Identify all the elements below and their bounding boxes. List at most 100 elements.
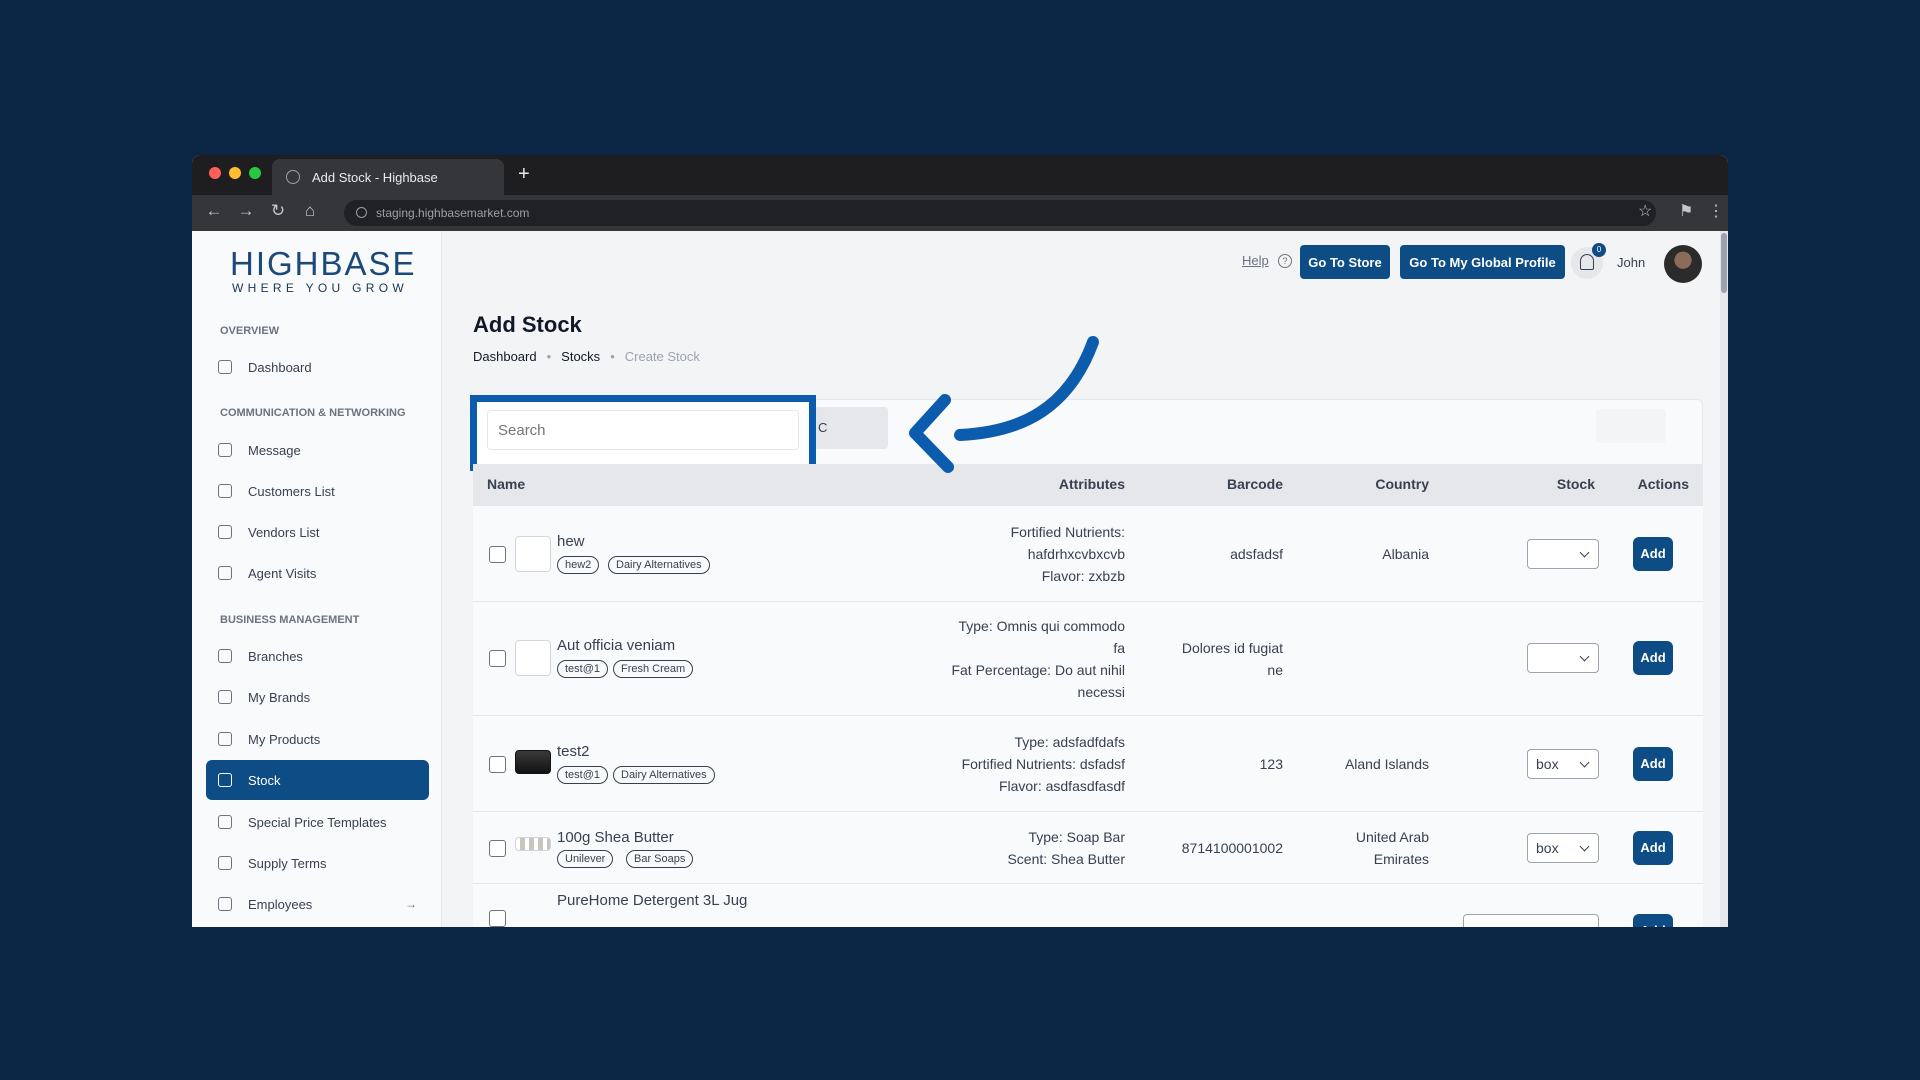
stock-unit-select[interactable] [1463, 914, 1599, 927]
sidebar-item-label: Employees [248, 896, 313, 912]
sidebar-item-my-products[interactable]: My Products [206, 719, 429, 759]
column-stock[interactable]: Stock [1557, 476, 1595, 492]
section-overview: OVERVIEW [220, 325, 280, 337]
sidebar-item-message[interactable]: Message [206, 430, 429, 470]
product-tag: test@1 [557, 766, 609, 784]
bookmark-star-icon[interactable]: ☆ [1638, 201, 1652, 221]
forward-icon[interactable]: → [234, 201, 258, 221]
search-input[interactable] [487, 410, 799, 450]
stock-unit-select[interactable] [1527, 539, 1599, 569]
row-checkbox[interactable] [489, 756, 506, 773]
attribute-line: Fortified Nutrients: dsfadsf [961, 756, 1125, 772]
user-name[interactable]: John [1617, 255, 1645, 270]
sidebar-item-label: Customers List [248, 483, 335, 499]
toolbar-placeholder [1596, 409, 1666, 443]
product-tag: Dairy Alternatives [608, 556, 710, 574]
product-country: Aland Islands [1345, 753, 1429, 775]
globe-icon [286, 170, 300, 184]
add-button[interactable]: Add [1633, 747, 1673, 781]
product-barcode: Dolores id fugiat ne [1182, 637, 1283, 681]
barcode-line: ne [1267, 662, 1283, 678]
filter-button[interactable]: C [806, 407, 888, 449]
sidebar-item-dashboard[interactable]: Dashboard [206, 347, 429, 387]
product-name: Aut officia veniam [557, 637, 676, 654]
column-name[interactable]: Name [487, 476, 525, 492]
row-checkbox[interactable] [489, 546, 506, 563]
home-icon [218, 360, 232, 374]
message-icon [218, 443, 232, 457]
column-attributes[interactable]: Attributes [1059, 476, 1125, 492]
help-icon[interactable]: ? [1278, 254, 1292, 268]
sidebar-item-employees[interactable]: Employees → [206, 884, 429, 924]
product-image [515, 640, 551, 676]
back-icon[interactable]: ← [202, 201, 226, 221]
stock-unit-select[interactable]: box [1527, 749, 1599, 779]
page-title: Add Stock [473, 312, 582, 337]
sidebar-item-agent-visits[interactable]: Agent Visits [206, 553, 429, 593]
sidebar-item-special-price-templates[interactable]: Special Price Templates [206, 802, 429, 842]
attribute-line: Fortified Nutrients: [1010, 524, 1125, 540]
reload-icon[interactable]: ↻ [266, 201, 290, 221]
product-name: test2 [557, 743, 590, 760]
extensions-icon[interactable]: ⚑ [1679, 201, 1693, 221]
attribute-line: Fat Percentage: Do aut nihil [951, 662, 1125, 678]
notification-count-badge: 0 [1592, 243, 1606, 257]
go-to-global-profile-button[interactable]: Go To My Global Profile [1400, 245, 1565, 279]
breadcrumb-stocks[interactable]: Stocks [561, 349, 600, 364]
row-checkbox[interactable] [489, 650, 506, 667]
sidebar-item-my-brands[interactable]: My Brands [206, 677, 429, 717]
url-bar[interactable]: staging.highbasemarket.com [344, 200, 1656, 226]
brand-tagline: WHERE YOU GROW [232, 281, 408, 295]
sidebar-item-label: Special Price Templates [248, 814, 387, 830]
attribute-line: Type: Soap Bar [1028, 829, 1125, 845]
users-icon [218, 484, 232, 498]
archive-icon [218, 773, 232, 787]
sidebar-item-customers-list[interactable]: Customers List [206, 471, 429, 511]
add-button[interactable]: Add [1633, 914, 1673, 927]
country-line: Aland Islands [1344, 756, 1429, 772]
browser-menu-icon[interactable]: ⋮ [1708, 201, 1724, 221]
avatar[interactable] [1664, 245, 1702, 283]
product-tag: hew2 [557, 556, 600, 574]
sidebar-item-stock[interactable]: Stock [206, 760, 429, 800]
close-window-button[interactable] [209, 167, 221, 179]
add-button[interactable]: Add [1633, 537, 1673, 571]
sidebar-item-label: Branches [248, 648, 303, 664]
product-country: Albania [1382, 543, 1429, 565]
page-scrollbar[interactable] [1720, 231, 1728, 927]
home-icon[interactable]: ⌂ [298, 201, 322, 221]
table-row: 100g Shea Butter Unilever Bar Soaps Type… [473, 812, 1703, 884]
site-info-icon[interactable] [356, 207, 367, 218]
row-checkbox[interactable] [489, 910, 506, 927]
tab-bar: Add Stock - Highbase + [192, 155, 1728, 195]
search-highlight-box [470, 395, 816, 471]
column-country[interactable]: Country [1375, 476, 1429, 492]
new-tab-button[interactable]: + [518, 163, 530, 186]
product-image [515, 906, 551, 927]
maximize-window-button[interactable] [249, 167, 261, 179]
product-image [515, 750, 551, 774]
sidebar-item-label: Vendors List [248, 524, 320, 540]
browser-window: Add Stock - Highbase + ← → ↻ ⌂ staging.h… [192, 155, 1728, 927]
column-barcode[interactable]: Barcode [1227, 476, 1283, 492]
add-button[interactable]: Add [1633, 641, 1673, 675]
attribute-line: Type: Omnis qui commodo [958, 618, 1125, 634]
scrollbar-thumb[interactable] [1721, 233, 1727, 293]
sidebar-item-supply-terms[interactable]: Supply Terms [206, 843, 429, 883]
add-button[interactable]: Add [1633, 831, 1673, 865]
go-to-store-button[interactable]: Go To Store [1300, 245, 1390, 279]
stock-unit-select[interactable]: box [1527, 833, 1599, 863]
help-link[interactable]: Help [1242, 253, 1269, 268]
product-tag: Dairy Alternatives [613, 766, 715, 784]
country-line: Albania [1382, 546, 1429, 562]
browser-tab[interactable]: Add Stock - Highbase [272, 159, 504, 195]
sidebar-item-vendors-list[interactable]: Vendors List [206, 512, 429, 552]
breadcrumb-dashboard[interactable]: Dashboard [473, 349, 537, 364]
users-icon [218, 525, 232, 539]
minimize-window-button[interactable] [229, 167, 241, 179]
table-header: Name Attributes Barcode Country Stock Ac… [473, 464, 1703, 506]
row-checkbox[interactable] [489, 840, 506, 857]
brand-logo[interactable]: HIGHBASE [230, 245, 417, 283]
sidebar-item-branches[interactable]: Branches [206, 636, 429, 676]
stock-unit-select[interactable] [1527, 643, 1599, 673]
